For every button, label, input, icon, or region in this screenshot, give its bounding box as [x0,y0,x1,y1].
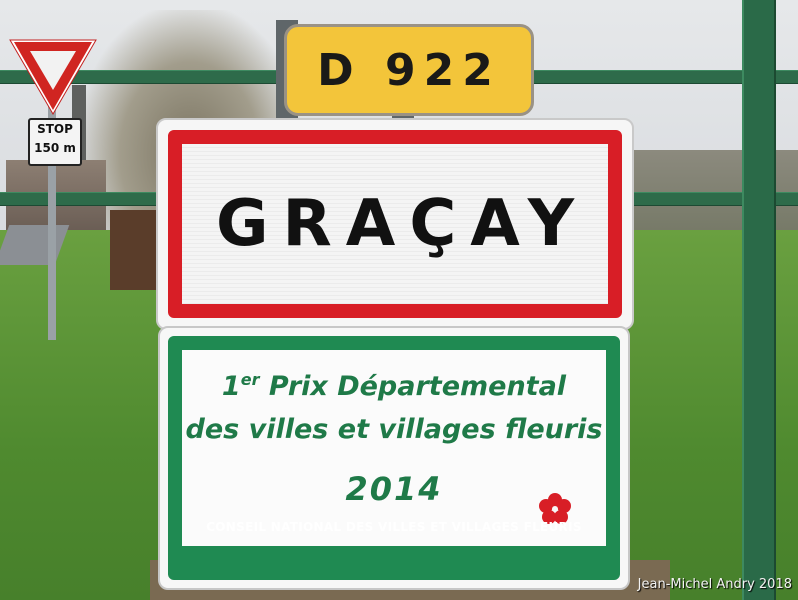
photo-credit: Jean-Michel Andry 2018 [637,577,792,592]
stop-plate-line1: STOP [37,122,73,136]
stop-distance-plate: STOP 150 m [28,118,82,166]
award-line-prize: 1er Prix Départemental [182,370,606,402]
award-rank-suffix: er [240,370,260,389]
award-footer-text: CONSEIL NATIONAL DES VILLES ET VILLAGES … [206,520,582,534]
hedge [110,210,160,290]
town-entry-sign: GRAÇAY [156,118,634,330]
photo-frame: STOP 150 m D 922 GRAÇAY 1er Prix Départe… [0,0,798,600]
route-number-text: D 922 [317,44,501,96]
route-number-sign: D 922 [284,24,534,116]
award-sign-green-border: 1er Prix Départemental des villes et vil… [168,336,620,580]
yield-sign-icon [9,39,97,115]
award-line-villes: des villes et villages fleuris [185,414,603,445]
stop-plate-line2: 150 m [34,141,76,155]
town-name: GRAÇAY [215,187,589,261]
award-line-prize-rest: Prix Départemental [259,371,567,402]
award-rank-number: 1 [221,371,241,402]
fence-post [742,0,776,600]
flower-award-sign: 1er Prix Départemental des villes et vil… [158,326,630,590]
town-sign-red-border: GRAÇAY [168,130,622,318]
